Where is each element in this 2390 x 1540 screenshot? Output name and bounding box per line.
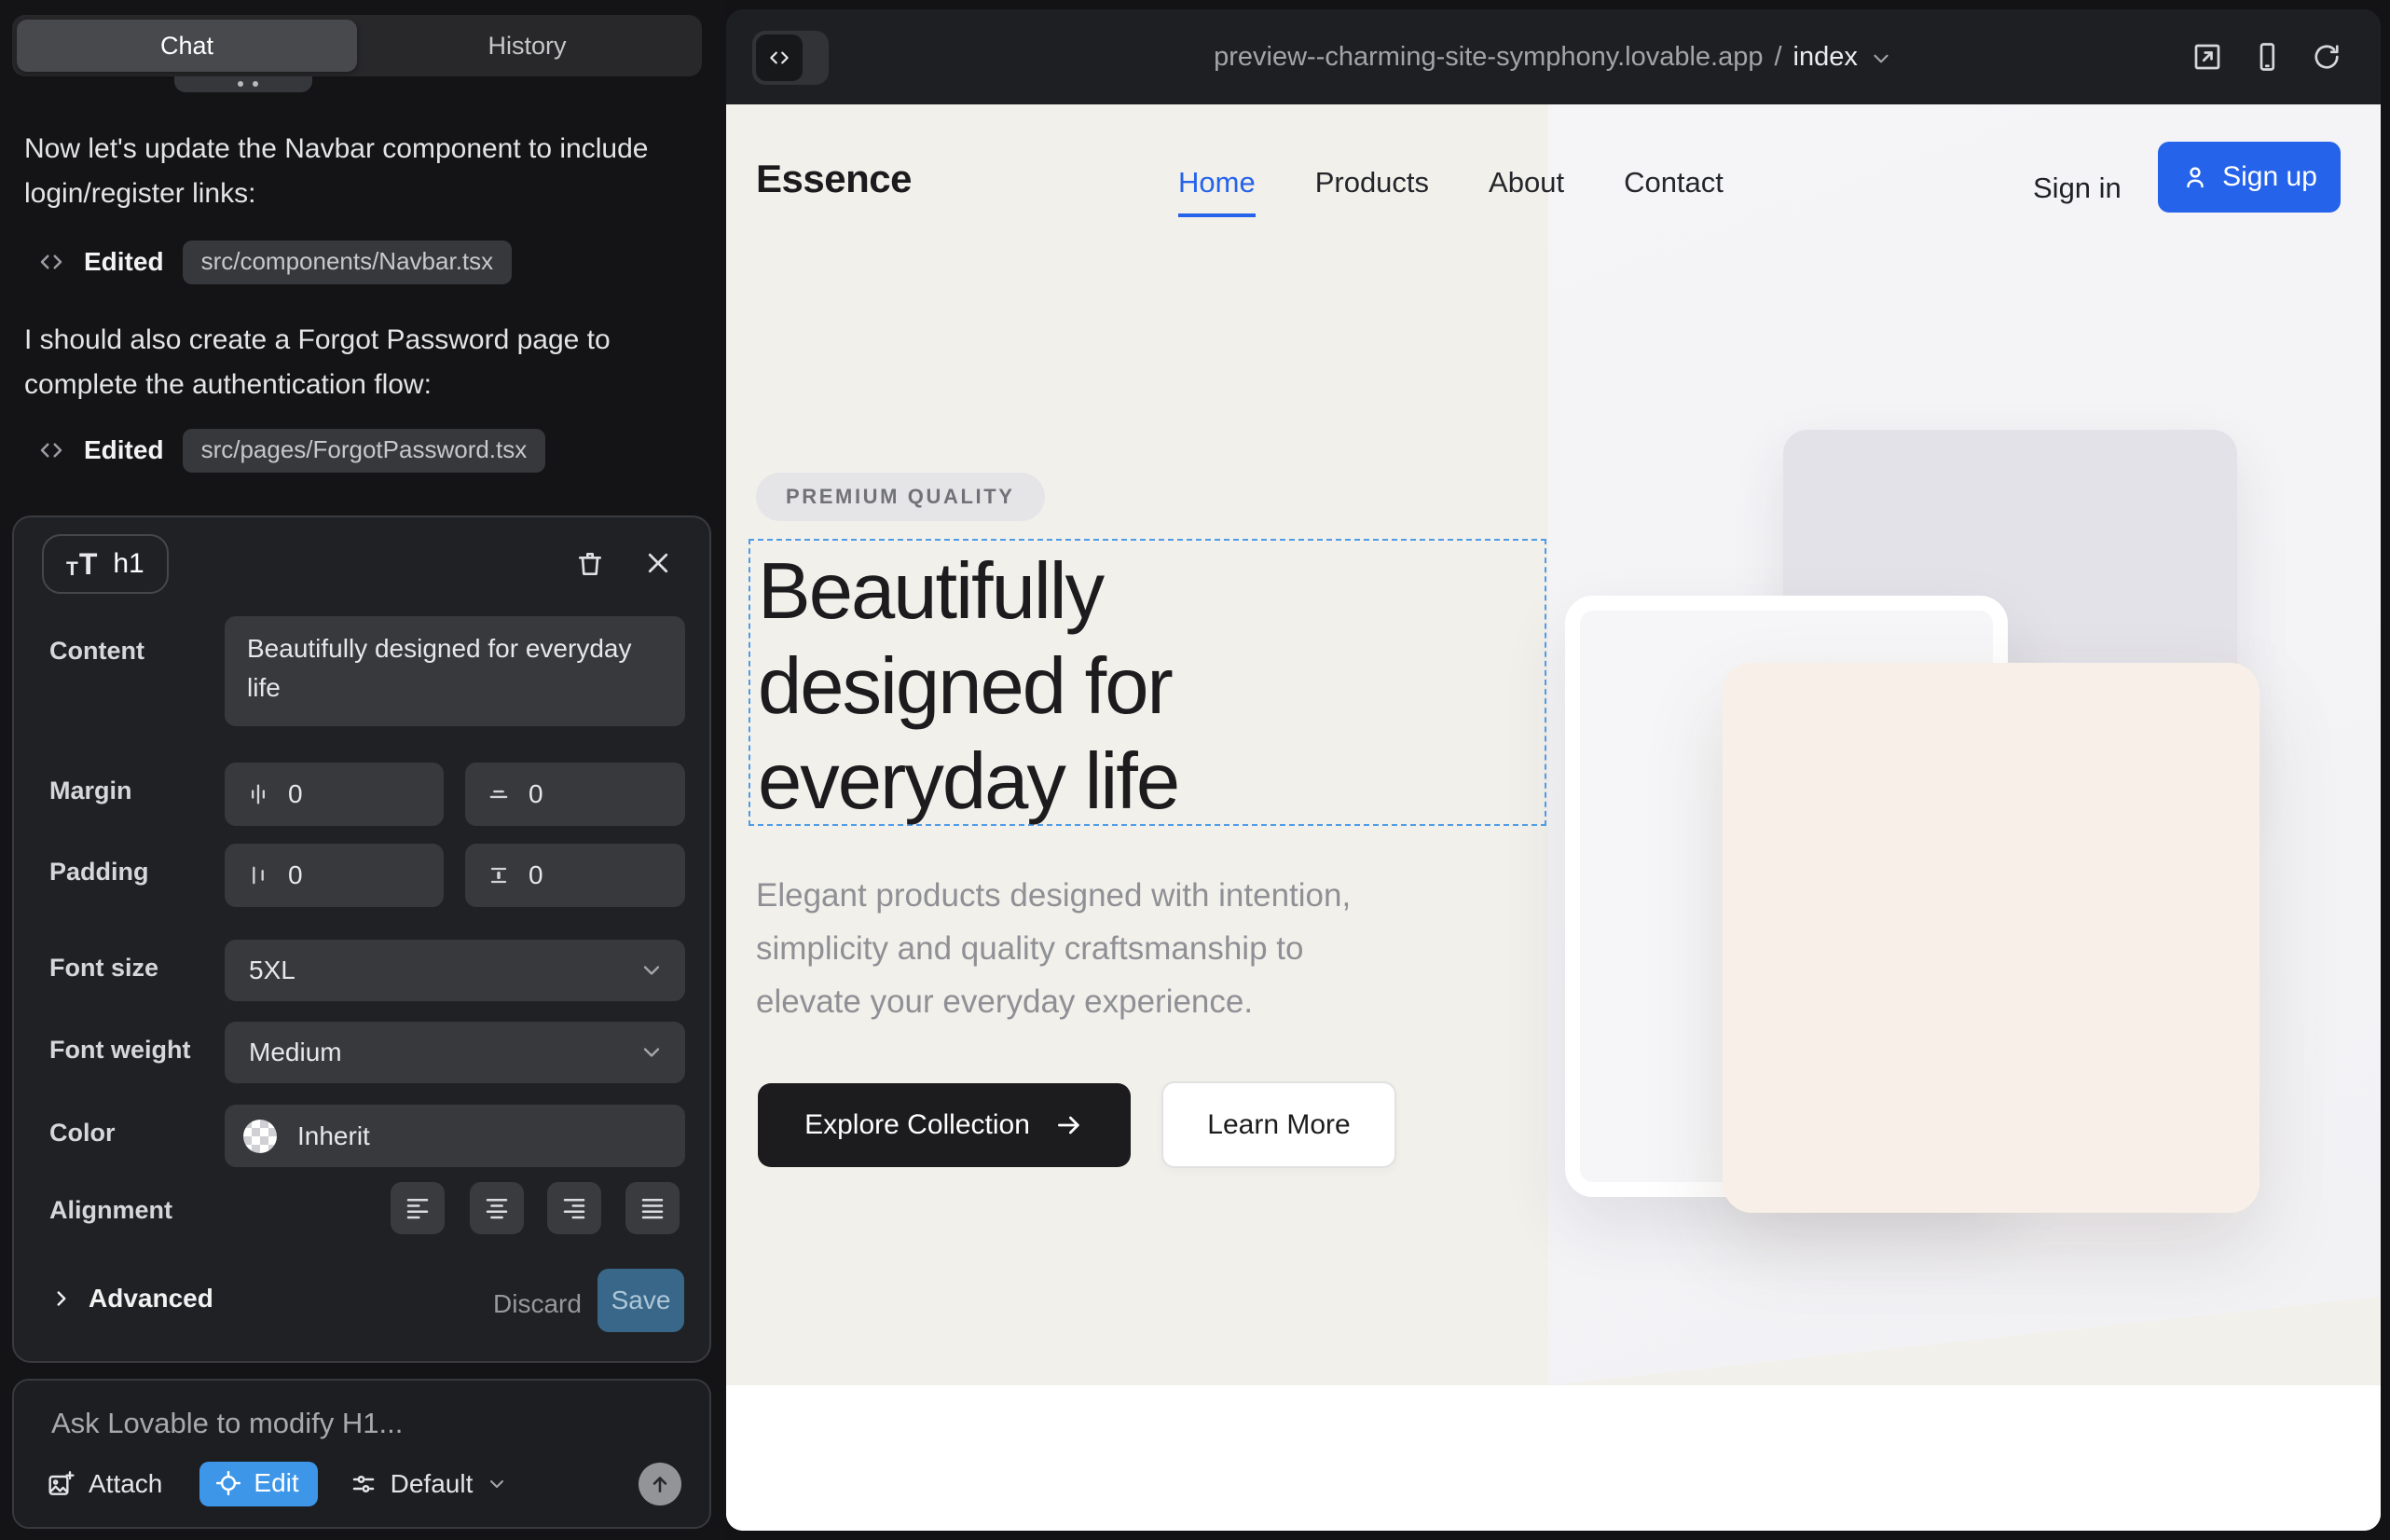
padding-y-input[interactable]: 0 <box>465 844 685 907</box>
align-justify-button[interactable] <box>625 1182 680 1234</box>
margin-y-input[interactable]: 0 <box>465 763 685 826</box>
open-external-icon[interactable] <box>2191 40 2224 74</box>
edited-file-badge[interactable]: src/pages/ForgotPassword.tsx <box>183 429 546 473</box>
tab-chat[interactable]: Chat <box>17 20 357 72</box>
padding-horizontal-icon <box>245 862 271 888</box>
code-icon <box>37 436 65 464</box>
section-below-hero <box>726 1385 2381 1531</box>
site-nav: Home Products About Contact <box>1178 166 1724 217</box>
padding-x-input[interactable]: 0 <box>225 844 444 907</box>
arrow-right-icon <box>1054 1110 1084 1140</box>
chat-sidebar: Chat History Now let's update the Navbar… <box>0 0 726 1540</box>
nav-products[interactable]: Products <box>1315 166 1429 217</box>
color-label: Color <box>49 1119 116 1148</box>
assistant-message: I should also create a Forgot Password p… <box>24 318 654 407</box>
margin-label: Margin <box>49 777 132 805</box>
chevron-down-icon <box>639 1039 665 1066</box>
align-center-button[interactable] <box>470 1182 524 1234</box>
edited-file-badge[interactable]: src/components/Navbar.tsx <box>183 241 513 284</box>
image-plus-icon <box>46 1469 76 1499</box>
nav-contact[interactable]: Contact <box>1624 166 1724 217</box>
sidebar-tabs: Chat History <box>12 15 702 76</box>
typography-icon: TT <box>66 549 98 579</box>
edited-label: Edited <box>84 247 164 277</box>
user-icon <box>2181 163 2209 191</box>
send-button[interactable] <box>639 1463 681 1506</box>
edited-file-row: Edited src/components/Navbar.tsx <box>37 241 512 283</box>
premium-quality-badge: PREMIUM QUALITY <box>756 473 1045 521</box>
element-editor-panel: TT h1 Content Beautifully designed for e… <box>12 516 711 1363</box>
edited-label: Edited <box>84 435 164 465</box>
chevron-right-icon <box>49 1286 74 1311</box>
chevron-down-icon <box>1869 47 1893 71</box>
hero-image-area <box>1548 104 2381 1385</box>
refresh-icon[interactable] <box>2310 40 2343 74</box>
attach-button[interactable]: Attach <box>46 1469 162 1499</box>
decorative-wedge <box>1548 1297 2381 1385</box>
decorative-card-cream <box>1723 663 2260 1213</box>
selected-element-badge: TT h1 <box>42 534 169 594</box>
tab-history[interactable]: History <box>357 20 697 72</box>
preview-url[interactable]: preview--charming-site-symphony.lovable.… <box>726 9 2381 104</box>
advanced-toggle[interactable]: Advanced <box>49 1284 213 1313</box>
color-swatch <box>243 1120 277 1153</box>
code-icon <box>37 248 65 276</box>
learn-more-button[interactable]: Learn More <box>1161 1081 1396 1168</box>
color-picker[interactable]: Inherit <box>225 1105 685 1167</box>
preview-topbar: preview--charming-site-symphony.lovable.… <box>726 9 2381 104</box>
assistant-message: Now let's update the Navbar component to… <box>24 127 654 216</box>
scrolled-message-remnant <box>174 76 312 92</box>
preview-panel: preview--charming-site-symphony.lovable.… <box>726 9 2381 1531</box>
font-size-label: Font size <box>49 954 158 983</box>
margin-horizontal-icon <box>245 781 271 807</box>
sign-up-button[interactable]: Sign up <box>2158 142 2341 213</box>
padding-label: Padding <box>49 858 149 887</box>
site-logo[interactable]: Essence <box>756 157 912 201</box>
close-editor-button[interactable] <box>644 549 672 577</box>
chevron-down-icon <box>486 1473 508 1495</box>
content-textarea[interactable]: Beautifully designed for everyday life <box>225 616 685 726</box>
chevron-down-icon <box>639 957 665 983</box>
sign-in-link[interactable]: Sign in <box>2033 172 2122 205</box>
font-weight-select[interactable]: Medium <box>225 1022 685 1083</box>
content-label: Content <box>49 637 144 666</box>
font-weight-label: Font weight <box>49 1036 190 1065</box>
discard-button[interactable]: Discard <box>493 1289 582 1319</box>
hero-heading[interactable]: Beautifullydesigned foreveryday life <box>758 544 1178 830</box>
margin-x-input[interactable]: 0 <box>225 763 444 826</box>
hero-section: Essence Home Products About Contact Sign… <box>726 104 2381 1385</box>
delete-element-button[interactable] <box>575 549 605 579</box>
nav-about[interactable]: About <box>1489 166 1564 217</box>
margin-vertical-icon <box>486 781 512 807</box>
edited-file-row: Edited src/pages/ForgotPassword.tsx <box>37 429 545 472</box>
site-viewport: Essence Home Products About Contact Sign… <box>726 104 2381 1531</box>
sliders-icon <box>350 1470 378 1498</box>
mobile-preview-icon[interactable] <box>2250 40 2284 74</box>
edit-mode-button[interactable]: Edit <box>199 1462 317 1506</box>
hero-paragraph: Elegant products designed with intention… <box>756 869 1351 1028</box>
save-button[interactable]: Save <box>598 1269 684 1332</box>
padding-vertical-icon <box>486 862 512 888</box>
mode-selector[interactable]: Default <box>350 1469 509 1499</box>
align-left-button[interactable] <box>391 1182 445 1234</box>
align-right-button[interactable] <box>547 1182 601 1234</box>
nav-home[interactable]: Home <box>1178 166 1256 217</box>
composer-input[interactable]: Ask Lovable to modify H1... <box>51 1407 666 1440</box>
font-size-select[interactable]: 5XL <box>225 940 685 1001</box>
chat-composer: Ask Lovable to modify H1... Attach Edit … <box>12 1379 711 1529</box>
alignment-label: Alignment <box>49 1196 172 1225</box>
target-icon <box>214 1469 242 1497</box>
element-tag: h1 <box>113 548 144 580</box>
explore-collection-button[interactable]: Explore Collection <box>758 1083 1131 1167</box>
